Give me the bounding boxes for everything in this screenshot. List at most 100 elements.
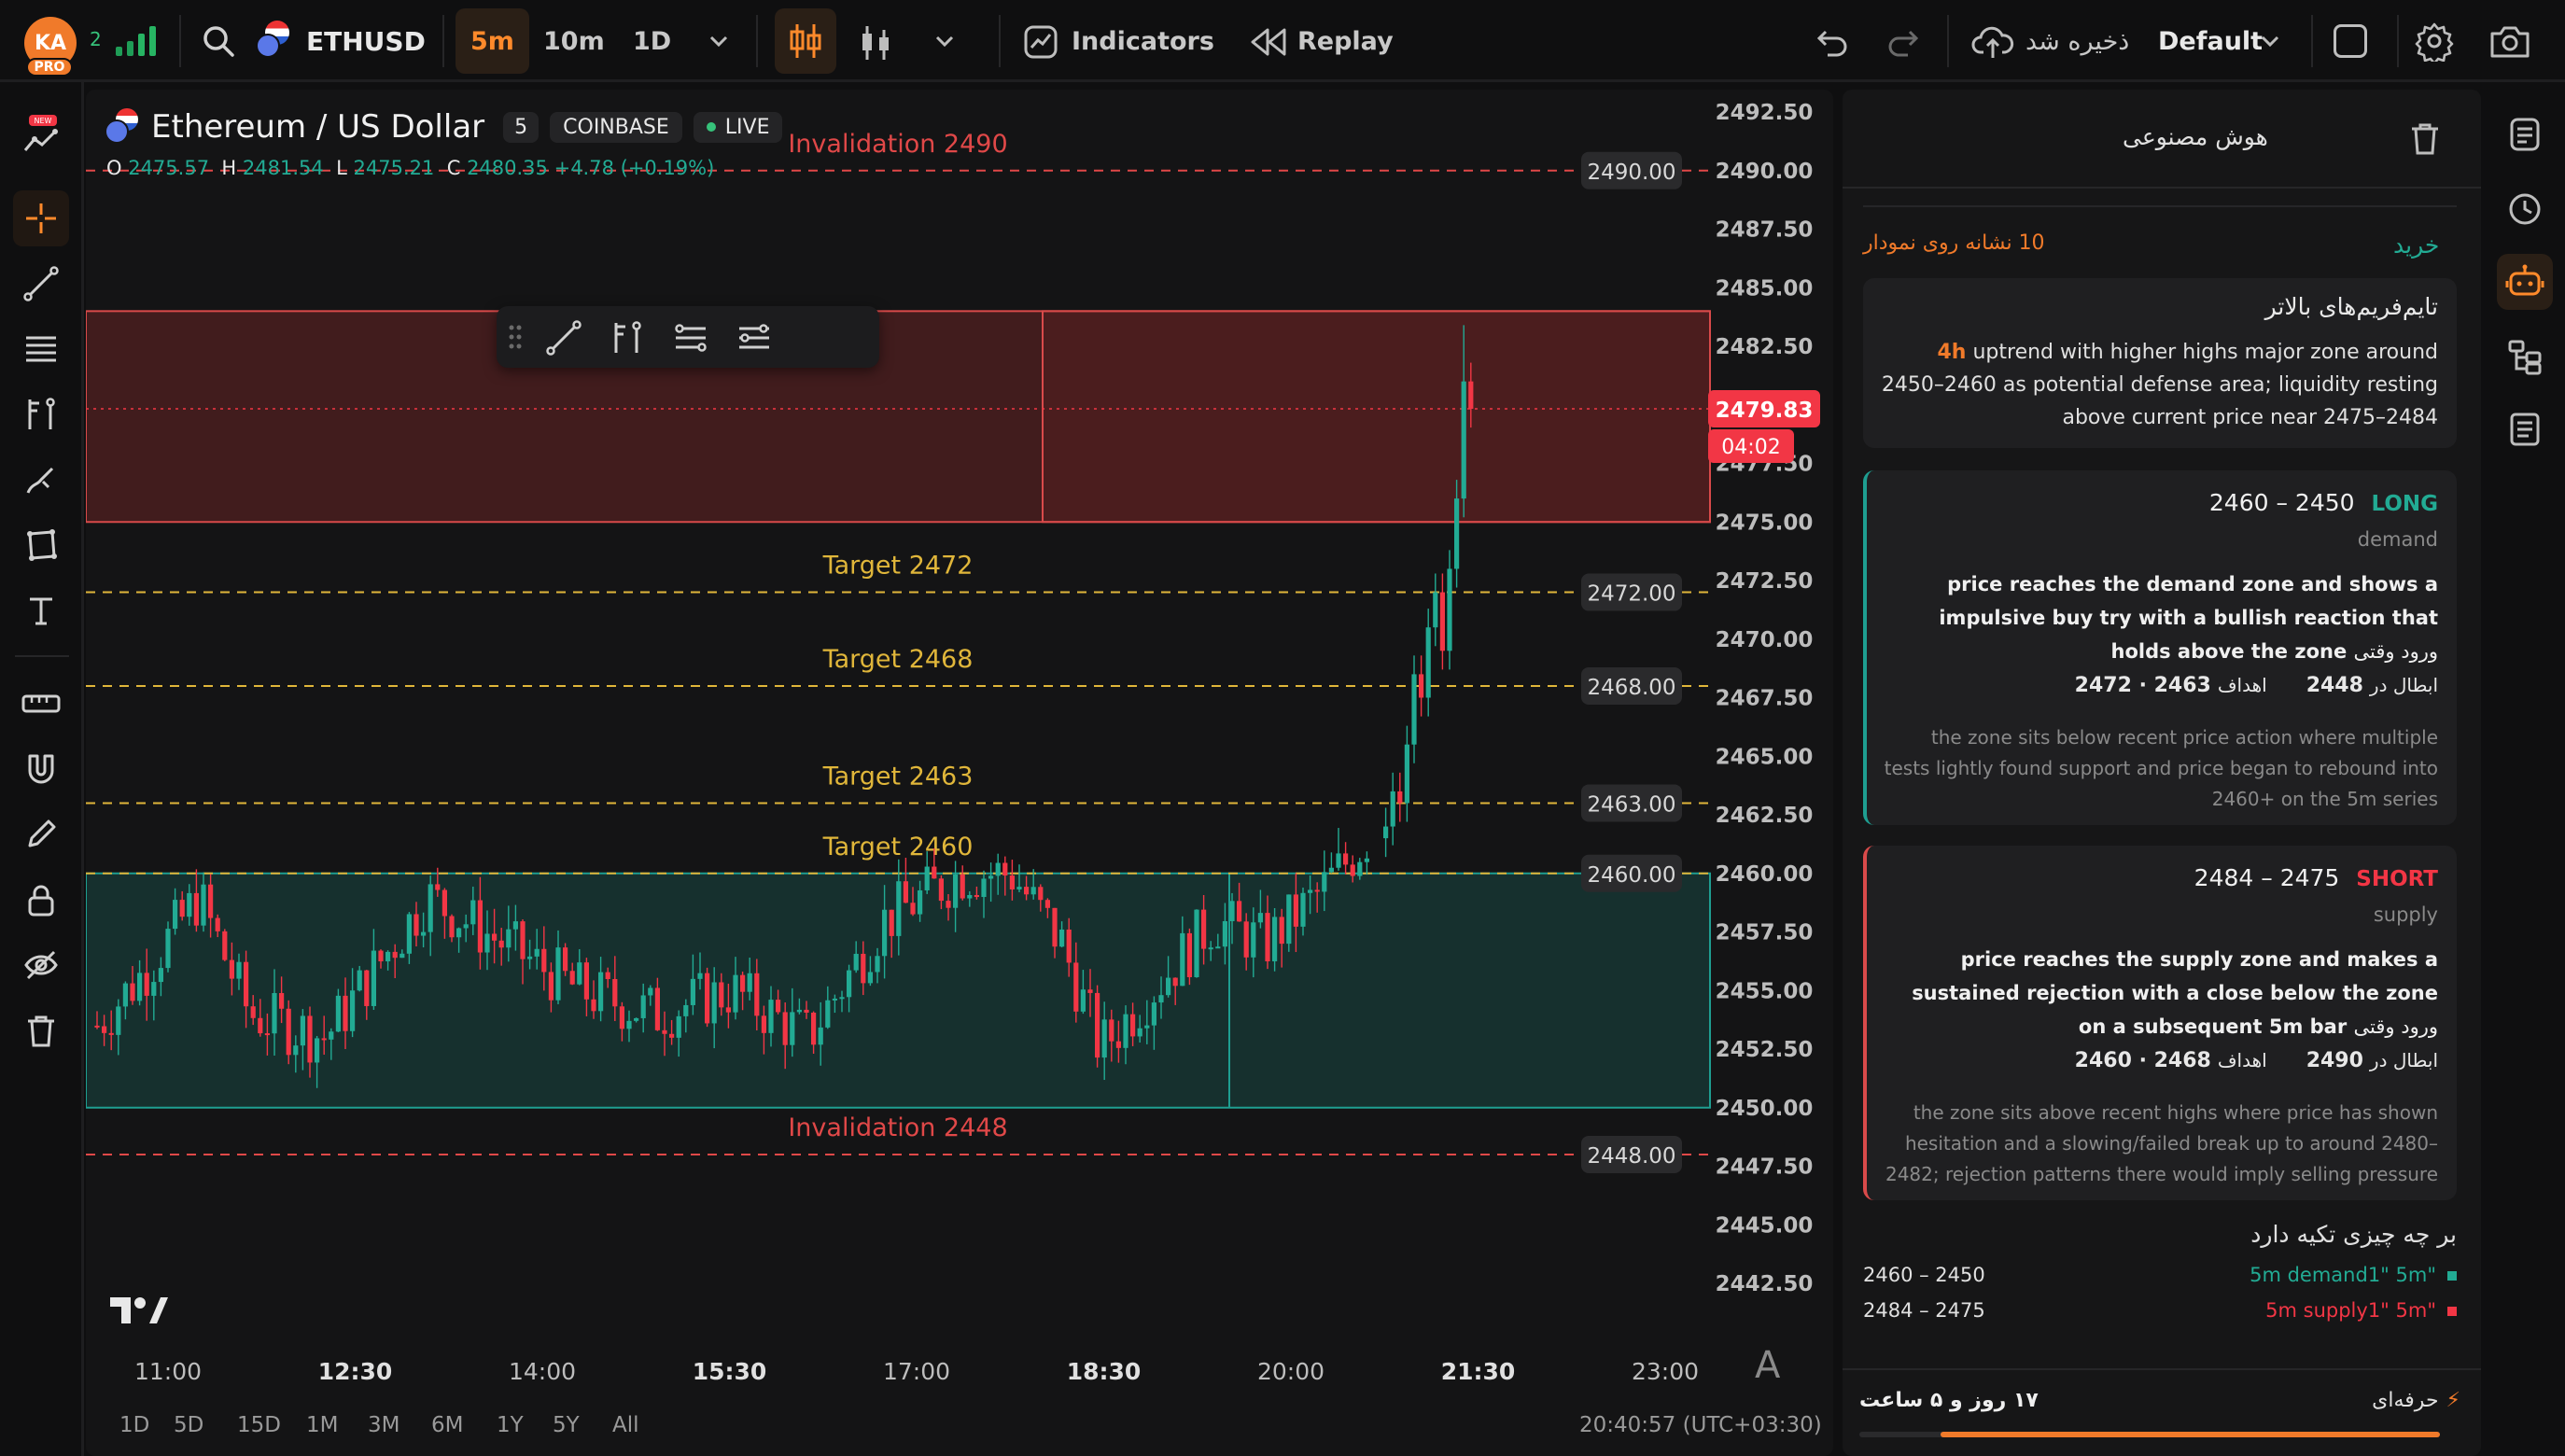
candle[interactable] xyxy=(187,892,192,917)
candle[interactable] xyxy=(1109,1019,1114,1042)
candle[interactable] xyxy=(1357,861,1363,876)
candle[interactable] xyxy=(1009,875,1015,889)
candle[interactable] xyxy=(832,998,837,1001)
trend-line-icon[interactable] xyxy=(545,319,582,357)
candle[interactable] xyxy=(974,894,979,898)
candle[interactable] xyxy=(754,973,760,1016)
candle[interactable] xyxy=(1130,1014,1136,1037)
candle[interactable] xyxy=(583,962,589,1000)
candle[interactable] xyxy=(932,866,937,879)
candle[interactable] xyxy=(847,970,852,998)
candle[interactable] xyxy=(1336,853,1341,868)
candle[interactable] xyxy=(790,1012,795,1045)
candle[interactable] xyxy=(122,983,128,1007)
candle[interactable] xyxy=(1404,744,1409,804)
candle[interactable] xyxy=(329,1031,334,1040)
candle[interactable] xyxy=(1243,921,1249,958)
clock-icon[interactable] xyxy=(2497,181,2553,237)
candle[interactable] xyxy=(229,959,234,979)
cloud-upload-icon[interactable] xyxy=(1971,24,2014,60)
candle[interactable] xyxy=(300,1015,305,1046)
candle[interactable] xyxy=(1115,1041,1121,1048)
crosshair-icon[interactable] xyxy=(13,190,69,246)
candle[interactable] xyxy=(1286,894,1292,945)
candle[interactable] xyxy=(477,900,483,953)
candle[interactable] xyxy=(804,1009,809,1013)
candle[interactable] xyxy=(286,1008,291,1056)
candle[interactable] xyxy=(626,1020,632,1029)
candle[interactable] xyxy=(612,979,618,1007)
candle[interactable] xyxy=(1383,826,1389,839)
candle[interactable] xyxy=(1123,1014,1128,1048)
candle[interactable] xyxy=(215,917,220,931)
candle[interactable] xyxy=(534,948,540,957)
candle[interactable] xyxy=(1066,929,1072,963)
chevron-down-icon[interactable] xyxy=(706,32,732,50)
candle[interactable] xyxy=(435,884,441,890)
candle[interactable] xyxy=(1222,920,1227,947)
candle[interactable] xyxy=(512,921,518,930)
range-6m[interactable]: 6M xyxy=(431,1413,463,1437)
supply-zone-inner[interactable] xyxy=(1042,310,1711,524)
candle[interactable] xyxy=(1322,872,1327,892)
search-icon[interactable] xyxy=(200,22,237,60)
hide-eye-icon[interactable] xyxy=(13,937,69,993)
auto-scale-button[interactable]: A xyxy=(1755,1344,1780,1387)
candle[interactable] xyxy=(201,884,206,926)
candle[interactable] xyxy=(725,1007,731,1013)
undo-icon[interactable] xyxy=(1815,24,1852,60)
pencil-icon[interactable] xyxy=(13,806,69,862)
candle[interactable] xyxy=(1144,1025,1150,1029)
candle[interactable] xyxy=(1251,922,1256,958)
candle[interactable] xyxy=(463,924,469,929)
text-tool-icon[interactable] xyxy=(13,582,69,638)
candle[interactable] xyxy=(378,950,384,962)
candle[interactable] xyxy=(1038,887,1044,901)
candle[interactable] xyxy=(619,1006,624,1029)
chevron-down-icon[interactable] xyxy=(2257,32,2283,50)
symbol-button[interactable]: ETHUSD xyxy=(306,0,426,82)
candle[interactable] xyxy=(315,1038,320,1063)
candle[interactable] xyxy=(924,866,930,890)
based-on-row[interactable]: 2484 – 2475 5m supply1" 5m" xyxy=(1863,1295,2457,1327)
short-setup-card[interactable]: 2484 – 2475 SHORT supply price reaches t… xyxy=(1863,846,2457,1200)
candle[interactable] xyxy=(1095,992,1100,1058)
candle[interactable] xyxy=(569,971,575,985)
candle[interactable] xyxy=(116,1006,121,1035)
floating-drawing-toolbar[interactable] xyxy=(497,306,879,368)
candle[interactable] xyxy=(385,951,391,962)
candle[interactable] xyxy=(711,982,717,1024)
new-feature-tool-icon[interactable]: NEW xyxy=(13,106,69,162)
candle[interactable] xyxy=(492,933,498,941)
candle[interactable] xyxy=(293,1045,299,1056)
candle[interactable] xyxy=(279,993,285,1009)
candle[interactable] xyxy=(449,916,455,938)
trash-icon[interactable] xyxy=(13,1002,69,1058)
horizontal-levels-icon[interactable] xyxy=(736,319,773,357)
candle[interactable] xyxy=(825,1000,831,1028)
candle[interactable] xyxy=(108,1032,114,1035)
fib-lines-icon[interactable] xyxy=(13,321,69,377)
candle[interactable] xyxy=(747,973,752,992)
candle[interactable] xyxy=(1237,901,1242,922)
indicators-button[interactable]: Indicators xyxy=(1072,0,1214,82)
candle[interactable] xyxy=(364,970,370,1006)
range-1y[interactable]: 1Y xyxy=(497,1413,524,1437)
candle[interactable] xyxy=(634,1017,639,1021)
candle[interactable] xyxy=(520,921,526,959)
candle[interactable] xyxy=(258,1017,263,1034)
candle[interactable] xyxy=(1024,887,1030,895)
candle[interactable] xyxy=(456,928,462,938)
candle[interactable] xyxy=(350,990,356,1031)
timeframe-10m[interactable]: 10m xyxy=(543,0,605,82)
candle[interactable] xyxy=(1419,674,1424,698)
candle[interactable] xyxy=(981,878,987,898)
candle[interactable] xyxy=(173,900,178,930)
candle[interactable] xyxy=(208,884,214,918)
chart-area[interactable]: Invalidation 2490 2490.00 Target 2472 2472.… xyxy=(86,90,1833,1456)
range-3m[interactable]: 3M xyxy=(368,1413,399,1437)
candle[interactable] xyxy=(662,1029,667,1034)
candle[interactable] xyxy=(130,983,135,1001)
watchlist-icon[interactable] xyxy=(2497,106,2553,162)
utc-clock[interactable]: 20:40:57 (UTC+03:30) xyxy=(1579,1413,1822,1437)
